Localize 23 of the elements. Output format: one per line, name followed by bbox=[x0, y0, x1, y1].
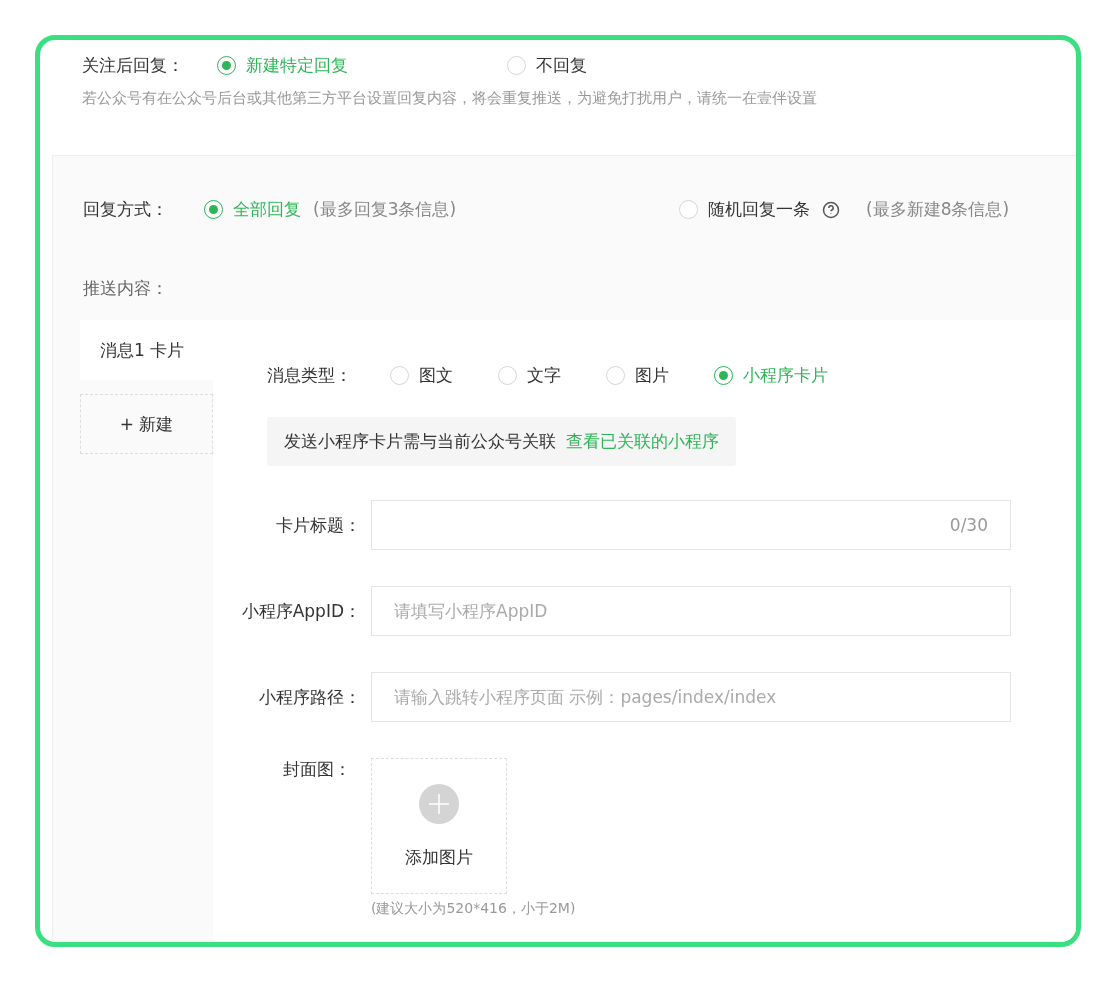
radio-option[interactable]: 图片 bbox=[606, 364, 714, 387]
field-label: 封面图： bbox=[282, 758, 351, 781]
info-note: 若公众号有在公众号后台或其他第三方平台设置回复内容，将会重复推送，为避免打扰用户，请统一在壹伴设置 bbox=[82, 89, 818, 108]
field-label: 关注后回复： bbox=[82, 54, 185, 77]
plus-icon bbox=[419, 783, 459, 824]
radio-option[interactable]: 文字 bbox=[498, 364, 606, 387]
radio-option[interactable]: 不回复 bbox=[507, 54, 587, 77]
radio-option[interactable]: 随机回复一条 bbox=[679, 198, 810, 221]
char-counter: 0/30 bbox=[949, 515, 988, 535]
radio-option[interactable]: 图文 bbox=[390, 364, 498, 387]
hint-text: (建议大小为520*416，小于2M) bbox=[371, 900, 576, 918]
help-icon[interactable] bbox=[822, 200, 840, 219]
message-tab[interactable]: 消息1 卡片 bbox=[80, 320, 213, 380]
field-label: 回复方式： bbox=[83, 198, 169, 221]
field-label: 消息类型： bbox=[267, 364, 353, 387]
field-label: 推送内容： bbox=[83, 277, 169, 300]
field-label: 小程序路径： bbox=[258, 685, 361, 709]
notice-text: 发送小程序卡片需与当前公众号关联 bbox=[284, 430, 556, 453]
field-label: 卡片标题： bbox=[275, 513, 361, 537]
hint-text: (最多回复3条信息) bbox=[313, 198, 457, 221]
add-image-button[interactable]: 添加图片 bbox=[371, 758, 507, 894]
hint-text: (最多新建8条信息) bbox=[866, 198, 1010, 221]
field-label: 小程序AppID： bbox=[240, 599, 361, 623]
